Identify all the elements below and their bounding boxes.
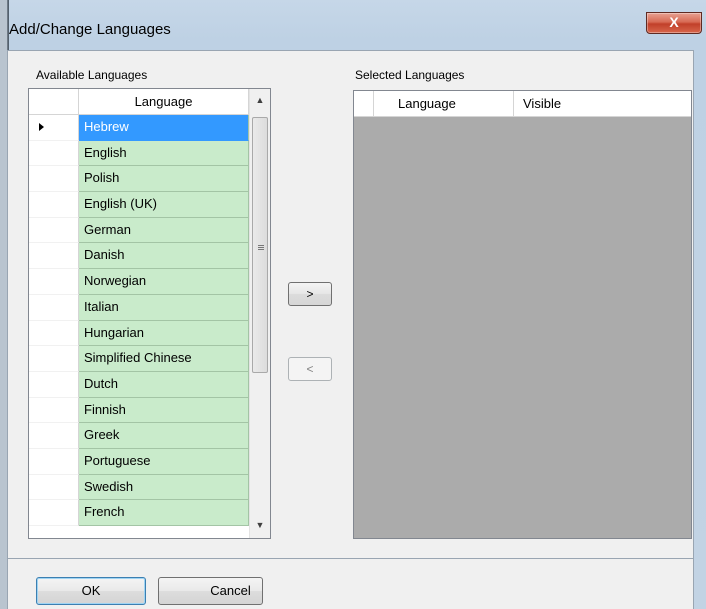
row-header[interactable] bbox=[29, 371, 79, 398]
table-row[interactable]: Norwegian bbox=[29, 269, 249, 295]
table-row[interactable]: Portuguese bbox=[29, 448, 249, 475]
row-header[interactable] bbox=[29, 474, 79, 501]
language-cell[interactable]: Finnish bbox=[79, 397, 249, 424]
table-row[interactable]: Polish bbox=[29, 166, 249, 193]
table-row[interactable]: German bbox=[29, 217, 249, 244]
selected-language-column-header[interactable]: Language bbox=[374, 91, 514, 117]
available-languages-label: Available Languages bbox=[36, 68, 148, 82]
add-language-button[interactable]: > bbox=[288, 282, 332, 306]
language-cell[interactable]: Danish bbox=[79, 243, 249, 270]
grid-corner-cell bbox=[29, 89, 79, 115]
language-cell[interactable]: German bbox=[79, 217, 249, 244]
row-header[interactable] bbox=[29, 192, 79, 218]
table-row[interactable]: Italian bbox=[29, 294, 249, 321]
table-row[interactable]: Dutch bbox=[29, 371, 249, 398]
language-cell[interactable]: English bbox=[79, 140, 249, 167]
language-cell[interactable]: Portuguese bbox=[79, 448, 249, 475]
language-cell[interactable]: Greek bbox=[79, 423, 249, 449]
row-header[interactable] bbox=[29, 217, 79, 244]
available-grid-header: Language bbox=[29, 89, 270, 115]
row-header[interactable] bbox=[29, 500, 79, 526]
grid-corner-cell bbox=[354, 91, 374, 117]
language-cell[interactable]: English (UK) bbox=[79, 192, 249, 218]
table-row[interactable]: Swedish bbox=[29, 474, 249, 501]
language-cell[interactable]: Polish bbox=[79, 166, 249, 193]
table-row[interactable]: English (UK) bbox=[29, 192, 249, 218]
language-cell[interactable]: Swedish bbox=[79, 474, 249, 501]
current-row-arrow-icon bbox=[39, 123, 44, 131]
language-cell[interactable]: Simplified Chinese bbox=[79, 346, 249, 372]
row-header[interactable] bbox=[29, 140, 79, 167]
row-header[interactable] bbox=[29, 269, 79, 295]
language-cell[interactable]: Hungarian bbox=[79, 320, 249, 347]
table-row[interactable]: Finnish bbox=[29, 397, 249, 424]
table-row[interactable]: Simplified Chinese bbox=[29, 346, 249, 372]
table-row[interactable]: Greek bbox=[29, 423, 249, 449]
scroll-down-icon[interactable]: ▼ bbox=[250, 516, 270, 534]
row-header[interactable] bbox=[29, 423, 79, 449]
thumb-grip-icon bbox=[258, 245, 264, 246]
selected-languages-grid[interactable]: Language Visible bbox=[353, 90, 692, 539]
language-cell[interactable]: French bbox=[79, 500, 249, 526]
table-row[interactable]: Hungarian bbox=[29, 320, 249, 347]
table-row[interactable]: Hebrew bbox=[29, 115, 249, 141]
selected-languages-label: Selected Languages bbox=[355, 68, 465, 82]
ok-button[interactable]: OK bbox=[36, 577, 146, 605]
language-cell[interactable]: Italian bbox=[79, 294, 249, 321]
row-header[interactable] bbox=[29, 346, 79, 372]
scrollbar-thumb[interactable] bbox=[252, 117, 268, 373]
language-cell[interactable]: Dutch bbox=[79, 371, 249, 398]
row-header[interactable] bbox=[29, 115, 79, 141]
close-button[interactable]: X bbox=[646, 12, 702, 34]
selected-visible-column-header[interactable]: Visible bbox=[514, 91, 691, 117]
table-row[interactable]: English bbox=[29, 140, 249, 167]
table-row[interactable]: Danish bbox=[29, 243, 249, 270]
row-header[interactable] bbox=[29, 448, 79, 475]
available-vertical-scrollbar[interactable]: ▲ ▼ bbox=[249, 89, 270, 538]
row-header[interactable] bbox=[29, 397, 79, 424]
selected-grid-header: Language Visible bbox=[354, 91, 691, 117]
row-header[interactable] bbox=[29, 294, 79, 321]
language-cell[interactable]: Hebrew bbox=[79, 115, 249, 141]
dialog-title: Add/Change Languages bbox=[9, 21, 171, 38]
cancel-button-label: Cancel bbox=[210, 583, 251, 598]
available-rows: Hebrew English Polish English (UK) German Dan… bbox=[29, 115, 249, 526]
available-languages-grid[interactable]: Language Hebrew English Polish English (UK)… bbox=[28, 88, 271, 539]
remove-language-button[interactable]: < bbox=[288, 357, 332, 381]
table-row[interactable]: French bbox=[29, 500, 249, 526]
available-language-column-header[interactable]: Language bbox=[79, 89, 249, 115]
language-cell[interactable]: Norwegian bbox=[79, 269, 249, 295]
row-header[interactable] bbox=[29, 166, 79, 193]
close-icon: X bbox=[669, 14, 679, 30]
row-header[interactable] bbox=[29, 243, 79, 270]
cancel-button[interactable]: Cancel bbox=[158, 577, 263, 605]
scroll-up-icon[interactable]: ▲ bbox=[250, 91, 270, 109]
row-header[interactable] bbox=[29, 320, 79, 347]
